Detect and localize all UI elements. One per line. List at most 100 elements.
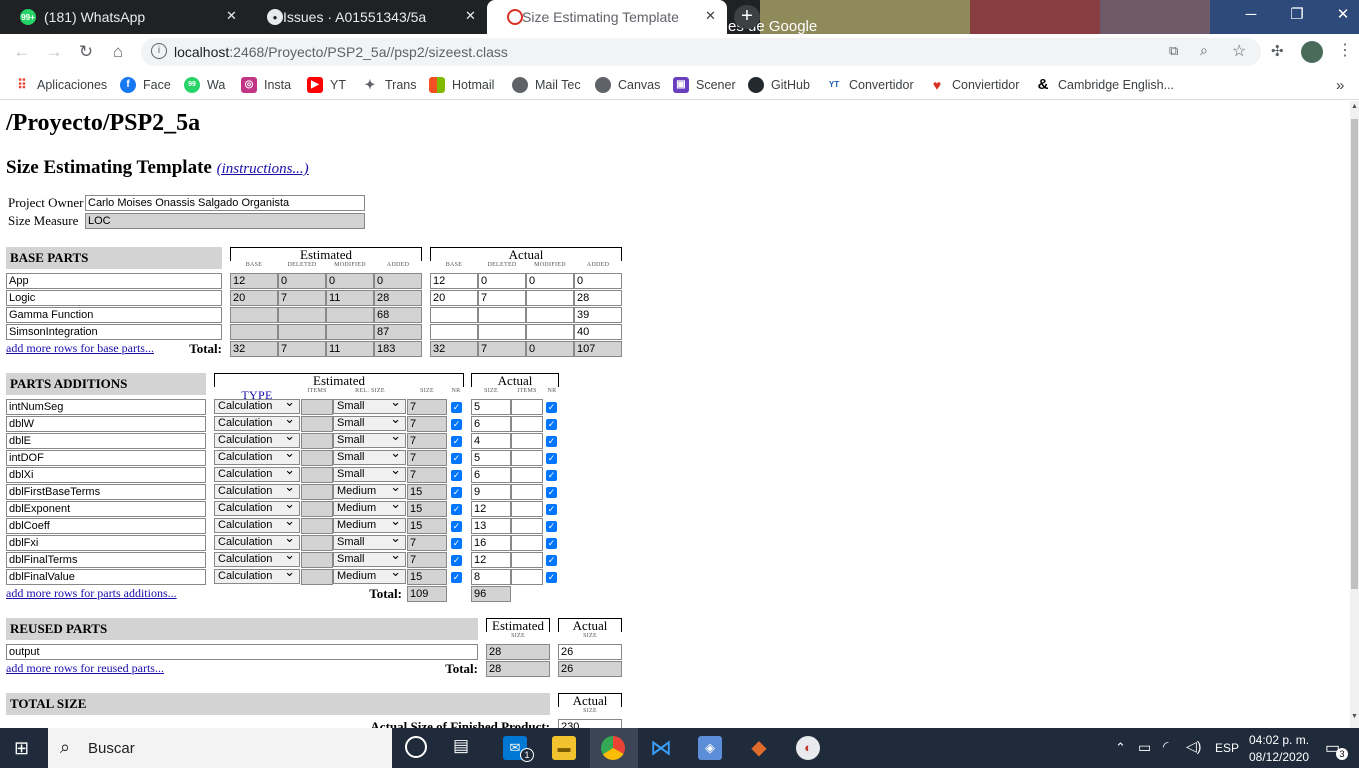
- actual-items-input[interactable]: [511, 518, 543, 534]
- paint-icon[interactable]: ◐: [796, 736, 820, 760]
- actual-new-reusable-checkbox[interactable]: ✓: [546, 521, 557, 532]
- base-actual-input[interactable]: 39: [574, 307, 622, 323]
- virtualbox-icon[interactable]: ◈: [698, 736, 722, 760]
- reload-icon[interactable]: ↻: [76, 42, 96, 62]
- actual-new-reusable-checkbox[interactable]: ✓: [546, 555, 557, 566]
- base-actual-input[interactable]: 12: [430, 273, 478, 289]
- base-part-name-input[interactable]: Gamma Function: [6, 307, 222, 323]
- addition-name-input[interactable]: dblFinalValue: [6, 569, 206, 585]
- clock-time[interactable]: 04:02 p. m.: [1249, 733, 1309, 747]
- new-reusable-checkbox[interactable]: ✓: [451, 470, 462, 481]
- reused-actual-size-input[interactable]: 26: [558, 644, 622, 660]
- close-icon[interactable]: ✕: [705, 8, 716, 24]
- scroll-down-arrow[interactable]: ▼: [1351, 713, 1358, 720]
- battery-icon[interactable]: ▭: [1138, 739, 1151, 756]
- addition-name-input[interactable]: dblW: [6, 416, 206, 432]
- actual-new-reusable-checkbox[interactable]: ✓: [546, 436, 557, 447]
- bookmark-star-icon[interactable]: ☆: [1232, 41, 1246, 61]
- bookmark-wa[interactable]: 99 Wa: [184, 76, 225, 94]
- base-actual-input[interactable]: 0: [526, 273, 574, 289]
- actual-items-input[interactable]: [511, 399, 543, 415]
- info-icon[interactable]: i: [151, 43, 167, 59]
- actual-new-reusable-checkbox[interactable]: ✓: [546, 419, 557, 430]
- new-reusable-checkbox[interactable]: ✓: [451, 521, 462, 532]
- project-owner-input[interactable]: Carlo Moises Onassis Salgado Organista: [85, 195, 365, 211]
- forward-icon[interactable]: →: [44, 42, 64, 62]
- new-reusable-checkbox[interactable]: ✓: [451, 436, 462, 447]
- actual-items-input[interactable]: [511, 535, 543, 551]
- tray-expand-icon[interactable]: ⌃: [1115, 740, 1126, 756]
- actual-size-input[interactable]: 13: [471, 518, 511, 534]
- actual-new-reusable-checkbox[interactable]: ✓: [546, 402, 557, 413]
- new-reusable-checkbox[interactable]: ✓: [451, 453, 462, 464]
- addition-name-input[interactable]: dblFxi: [6, 535, 206, 551]
- actual-items-input[interactable]: [511, 450, 543, 466]
- actual-size-input[interactable]: 6: [471, 416, 511, 432]
- bookmark-insta[interactable]: ◎ Insta: [241, 76, 291, 94]
- close-window-button[interactable]: ✕: [1320, 0, 1359, 30]
- base-actual-input[interactable]: [430, 307, 478, 323]
- close-icon[interactable]: ✕: [226, 8, 237, 24]
- base-actual-input[interactable]: [478, 307, 526, 323]
- new-reusable-checkbox[interactable]: ✓: [451, 504, 462, 515]
- back-icon[interactable]: ←: [12, 42, 32, 62]
- language-indicator[interactable]: ESP: [1215, 741, 1239, 755]
- bookmark-convertidor[interactable]: YT Convertidor: [826, 76, 914, 94]
- actual-size-input[interactable]: 4: [471, 433, 511, 449]
- base-part-name-input[interactable]: App: [6, 273, 222, 289]
- actual-items-input[interactable]: [511, 569, 543, 585]
- add-parts-additions-link[interactable]: add more rows for parts additions...: [6, 586, 177, 601]
- restore-button[interactable]: ❐: [1274, 0, 1320, 30]
- avatar[interactable]: [1301, 41, 1323, 63]
- addition-name-input[interactable]: dblCoeff: [6, 518, 206, 534]
- extensions-icon[interactable]: ✣: [1271, 42, 1284, 60]
- bookmark-mailtec[interactable]: Mail Tec: [512, 76, 581, 94]
- taskbar-search-box[interactable]: ⌕ Buscar: [48, 728, 392, 768]
- home-icon[interactable]: ⌂: [108, 42, 128, 62]
- bookmark-conviertidor[interactable]: ♥ Conviertidor: [929, 76, 1020, 94]
- base-actual-input[interactable]: 0: [574, 273, 622, 289]
- base-actual-input[interactable]: [526, 324, 574, 340]
- address-bar[interactable]: i localhost:2468/Proyecto/PSP2_5a//psp2/…: [141, 38, 1261, 66]
- bookmark-yt[interactable]: ▶ YT: [307, 76, 346, 94]
- actual-items-input[interactable]: [511, 501, 543, 517]
- actual-new-reusable-checkbox[interactable]: ✓: [546, 504, 557, 515]
- new-tab-button[interactable]: +: [734, 5, 760, 29]
- base-actual-input[interactable]: 0: [478, 273, 526, 289]
- bookmark-canvas[interactable]: Canvas: [595, 76, 660, 94]
- actual-size-input[interactable]: 12: [471, 501, 511, 517]
- tab-whatsapp[interactable]: 99+ (181) WhatsApp ✕: [0, 0, 246, 34]
- new-reusable-checkbox[interactable]: ✓: [451, 555, 462, 566]
- base-part-name-input[interactable]: SimsonIntegration: [6, 324, 222, 340]
- actual-size-input[interactable]: 6: [471, 467, 511, 483]
- clock-date[interactable]: 08/12/2020: [1249, 750, 1309, 764]
- new-reusable-checkbox[interactable]: ✓: [451, 402, 462, 413]
- cortana-icon[interactable]: [405, 736, 427, 758]
- actual-new-reusable-checkbox[interactable]: ✓: [546, 470, 557, 481]
- translate-icon[interactable]: ⧉: [1169, 43, 1178, 59]
- addition-name-input[interactable]: dblExponent: [6, 501, 206, 517]
- actual-items-input[interactable]: [511, 484, 543, 500]
- base-actual-input[interactable]: 28: [574, 290, 622, 306]
- reused-part-name-input[interactable]: output: [6, 644, 478, 660]
- volume-icon[interactable]: ◁): [1186, 738, 1201, 755]
- scrollbar-thumb[interactable]: [1351, 119, 1358, 589]
- actual-items-input[interactable]: [511, 552, 543, 568]
- base-actual-input[interactable]: [430, 324, 478, 340]
- vscode-icon[interactable]: ⋈: [649, 736, 673, 760]
- actual-size-input[interactable]: 5: [471, 450, 511, 466]
- menu-icon[interactable]: ⋮: [1337, 40, 1353, 60]
- file-explorer-icon[interactable]: ▬: [552, 736, 576, 760]
- scroll-up-arrow[interactable]: ▲: [1351, 103, 1358, 110]
- addition-name-input[interactable]: dblFinalTerms: [6, 552, 206, 568]
- finished-product-size-input[interactable]: 230: [558, 719, 622, 728]
- bookmark-github[interactable]: GitHub: [748, 76, 810, 94]
- bookmark-cambridge[interactable]: & Cambridge English...: [1035, 76, 1174, 94]
- gitkraken-icon[interactable]: ◆: [747, 736, 771, 760]
- actual-size-input[interactable]: 8: [471, 569, 511, 585]
- addition-name-input[interactable]: dblE: [6, 433, 206, 449]
- actual-new-reusable-checkbox[interactable]: ✓: [546, 538, 557, 549]
- minimize-button[interactable]: ─: [1228, 0, 1274, 30]
- addition-name-input[interactable]: dblFirstBaseTerms: [6, 484, 206, 500]
- page-scrollbar[interactable]: ▲ ▼: [1350, 101, 1359, 728]
